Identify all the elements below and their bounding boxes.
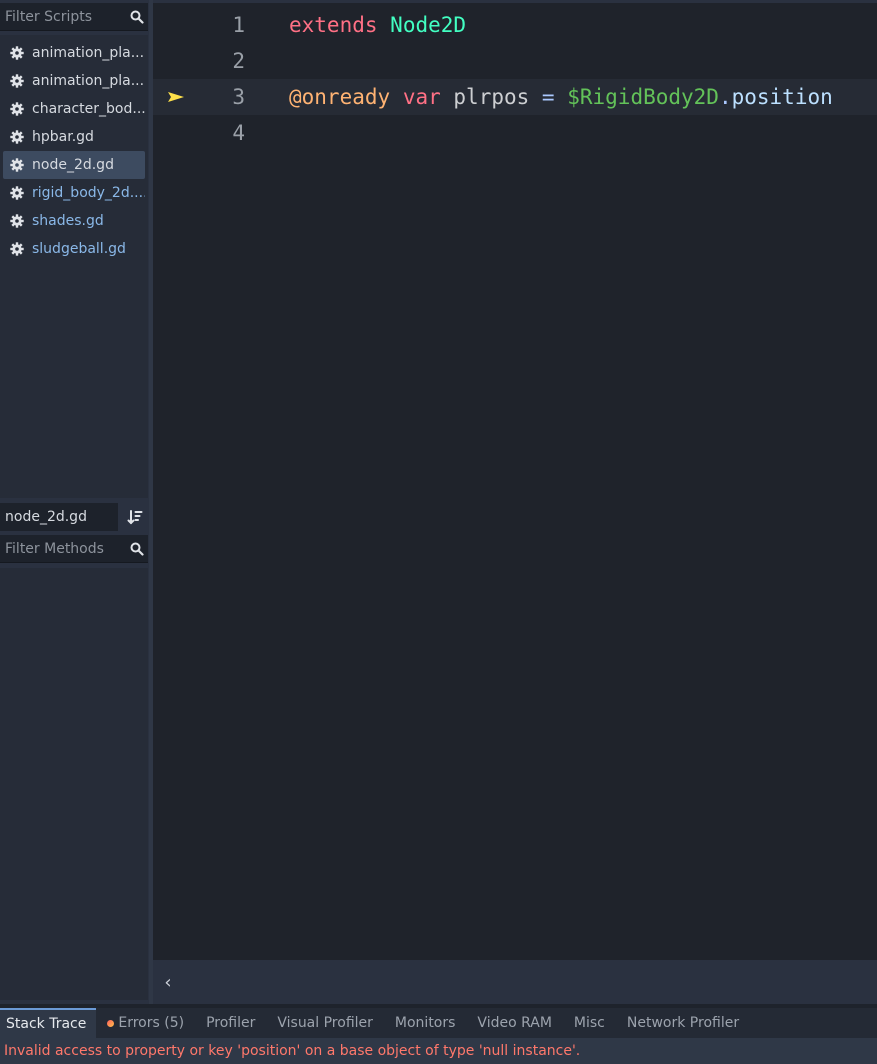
tab-video-ram[interactable]: Video RAM	[466, 1008, 563, 1038]
type-token: Node2D	[390, 13, 467, 37]
gear-icon	[10, 46, 24, 60]
tab-network-profiler[interactable]: Network Profiler	[616, 1008, 750, 1038]
identifier-token: plrpos	[453, 85, 530, 109]
filter-methods-placeholder: Filter Methods	[5, 540, 104, 557]
script-sidebar: Filter Scripts animation_pla... animatio…	[0, 0, 150, 1004]
keyword-token: var	[402, 85, 441, 109]
line-number: 1	[232, 13, 245, 37]
search-icon	[126, 542, 148, 556]
tab-label: Profiler	[206, 1015, 256, 1031]
current-file-name: node_2d.gd	[0, 503, 118, 531]
error-message: Invalid access to property or key 'posit…	[0, 1038, 877, 1064]
tab-visual-profiler[interactable]: Visual Profiler	[266, 1008, 384, 1038]
tab-label: Network Profiler	[626, 1015, 740, 1031]
script-item-label: shades.gd	[32, 213, 104, 229]
tab-label: Errors (5)	[118, 1015, 185, 1031]
tab-errors[interactable]: Errors (5)	[96, 1008, 195, 1038]
filter-scripts-input[interactable]: Filter Scripts	[0, 3, 148, 31]
gear-icon	[10, 186, 24, 200]
keyword-token: extends	[289, 13, 378, 37]
tab-label: Visual Profiler	[277, 1015, 373, 1031]
chevron-left-icon[interactable]: ‹	[158, 972, 178, 993]
script-item-label: rigid_body_2d....	[32, 185, 145, 201]
script-item-label: animation_pla...	[32, 73, 145, 89]
gear-icon	[10, 74, 24, 88]
methods-list	[0, 568, 148, 1000]
script-item-animation-player-1[interactable]: animation_pla...	[3, 39, 145, 67]
tab-monitors[interactable]: Monitors	[384, 1008, 467, 1038]
error-warning-icon	[107, 1019, 115, 1027]
tab-label: Stack Trace	[6, 1016, 87, 1032]
godot-script-editor: Filter Scripts animation_pla... animatio…	[0, 0, 877, 1064]
gear-icon	[10, 242, 24, 256]
sort-methods-button[interactable]	[122, 503, 148, 531]
line-number: 2	[232, 49, 245, 73]
filter-scripts-placeholder: Filter Scripts	[5, 8, 93, 25]
debugger-tabs: Stack Trace Errors (5) Profiler Visual P…	[0, 1008, 877, 1038]
operator-token: =	[541, 85, 555, 109]
code-line-4: 4	[153, 115, 877, 151]
filter-methods-input[interactable]: Filter Methods	[0, 535, 148, 563]
gear-icon	[10, 130, 24, 144]
code-line-2: 2	[153, 43, 877, 79]
tab-label: Video RAM	[477, 1015, 552, 1031]
editor-status-bar: ‹	[153, 962, 877, 1002]
script-item-hpbar[interactable]: hpbar.gd	[3, 123, 145, 151]
operator-token: .	[718, 85, 732, 109]
script-item-label: node_2d.gd	[32, 157, 114, 173]
annotation-token: @onready	[289, 85, 391, 109]
script-item-label: character_bod...	[32, 101, 145, 117]
script-list: animation_pla... animation_pla... charac…	[0, 35, 148, 498]
tab-misc[interactable]: Misc	[563, 1008, 616, 1038]
script-item-label: hpbar.gd	[32, 129, 94, 145]
gear-icon	[10, 102, 24, 116]
code-line-3: 3 @onready var plrpos = $RigidBody2D.pos…	[153, 79, 877, 115]
member-token: position	[731, 85, 833, 109]
gear-icon	[10, 158, 24, 172]
tab-profiler[interactable]: Profiler	[195, 1008, 266, 1038]
script-item-rigid-body-2d[interactable]: rigid_body_2d....	[3, 179, 145, 207]
code-line-1: 1 extends Node2D	[153, 7, 877, 43]
line-number: 4	[232, 121, 245, 145]
script-item-label: animation_pla...	[32, 45, 145, 61]
code-text: extends Node2D	[289, 13, 466, 37]
script-item-shades[interactable]: shades.gd	[3, 207, 145, 235]
code-editor[interactable]: 1 extends Node2D 2 3 @onready var plrpos…	[153, 3, 877, 960]
gear-icon	[10, 214, 24, 228]
execution-pointer-icon	[168, 92, 184, 102]
script-item-label: sludgeball.gd	[32, 241, 126, 257]
script-item-character-body[interactable]: character_bod...	[3, 95, 145, 123]
tab-label: Misc	[573, 1015, 605, 1031]
script-item-sludgeball[interactable]: sludgeball.gd	[3, 235, 145, 263]
script-item-animation-player-2[interactable]: animation_pla...	[3, 67, 145, 95]
line-number: 3	[232, 85, 245, 109]
script-item-node-2d[interactable]: node_2d.gd	[3, 151, 145, 179]
tab-label: Monitors	[394, 1015, 456, 1031]
sort-icon	[127, 510, 143, 525]
tab-stack-trace[interactable]: Stack Trace	[0, 1008, 97, 1038]
search-icon	[126, 10, 148, 24]
code-text: @onready var plrpos = $RigidBody2D.posit…	[289, 85, 833, 109]
node-path-token: $RigidBody2D	[567, 85, 719, 109]
